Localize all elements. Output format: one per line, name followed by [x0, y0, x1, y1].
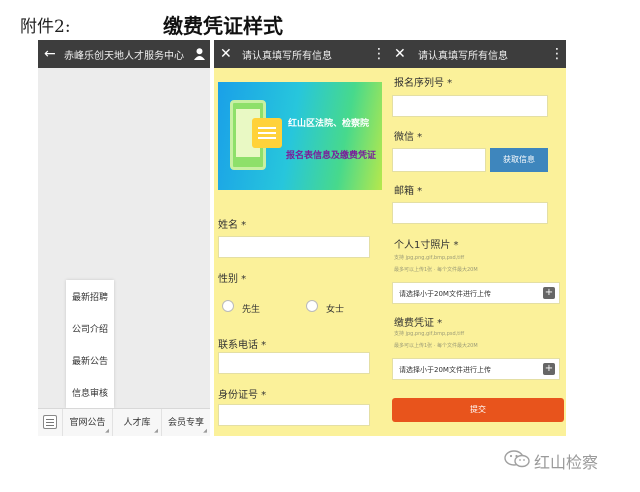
arrow-left-icon[interactable]: ← [44, 44, 56, 64]
app-bar: ✕ 请认真填写所有信息 ⋮ [386, 40, 566, 68]
tab-member-exclusive[interactable]: 会员专享 ◢ [161, 409, 210, 436]
gender-option-female: 女士 [326, 305, 345, 315]
menu-item-company-intro[interactable]: 公司介绍 [66, 322, 114, 335]
serial-number-input[interactable] [392, 95, 548, 117]
id-number-label: 身份证号 * [218, 390, 267, 401]
screen-form-part1: ✕ 请认真填写所有信息 ⋮ 红山区法院、检察院 报名表信息及缴费凭证 姓名 * … [214, 40, 386, 436]
form-title: 请认真填写所有信息 [242, 51, 332, 62]
chat-bubble-illustration [252, 118, 282, 148]
submenu-indicator-icon: ◢ [105, 428, 109, 434]
banner-line-1: 红山区法院、检察院 [288, 119, 370, 129]
photo-upload-text: 请选择小于20M文件进行上传 [399, 290, 491, 298]
payment-format-hint: 支持 jpg,png,gif,bmp,psd,tiff [394, 331, 465, 337]
submenu-indicator-icon: ◢ [203, 428, 207, 434]
app-bar: ✕ 请认真填写所有信息 ⋮ [214, 40, 386, 68]
photo-limit-hint: 最多可以上传1张 · 每个文件最大20M [394, 267, 478, 273]
get-wechat-info-button[interactable]: 获取信息 [490, 148, 548, 172]
menu-item-info-review[interactable]: 信息审核 [66, 386, 114, 399]
payment-limit-hint: 最多可以上传1张 · 每个文件最大20M [394, 343, 478, 349]
tab-label: 人才库 [123, 418, 151, 428]
person-icon[interactable] [194, 44, 205, 66]
tab-official-notices[interactable]: 官网公告 ◢ [62, 409, 112, 436]
wechat-logo-icon [504, 450, 530, 468]
close-icon[interactable]: ✕ [220, 44, 232, 64]
form-title: 请认真填写所有信息 [418, 51, 508, 62]
bottom-menu-bar: 官网公告 ◢ 人才库 ◢ 会员专享 ◢ [38, 408, 210, 436]
wechat-input[interactable] [392, 148, 486, 172]
name-input[interactable] [218, 236, 370, 258]
phone-label: 联系电话 * [218, 340, 267, 351]
document-title: 缴费凭证样式 [163, 14, 283, 38]
close-icon[interactable]: ✕ [394, 44, 406, 64]
gender-label: 性别 * [218, 274, 247, 285]
menu-item-latest-jobs[interactable]: 最新招聘 [66, 290, 114, 303]
watermark-text: 红山检察 [534, 453, 599, 472]
photo-upload-field[interactable]: 请选择小于20M文件进行上传 + [392, 282, 560, 304]
banner-image: 红山区法院、检察院 报名表信息及缴费凭证 [218, 82, 382, 190]
watermark: 红山检察 [504, 448, 628, 472]
screen-form-part2: ✕ 请认真填写所有信息 ⋮ 报名序列号 * 微信 * 获取信息 邮箱 * 个人1… [386, 40, 566, 436]
popup-menu: 最新招聘 公司介绍 最新公告 信息审核 [66, 280, 114, 408]
plus-icon[interactable]: + [543, 287, 555, 299]
tab-label: 会员专享 [167, 418, 204, 428]
name-label: 姓名 * [218, 220, 247, 231]
app-bar: ← 赤峰乐创天地人才服务中心 [38, 40, 210, 68]
payment-proof-label: 缴费凭证 * [394, 318, 443, 329]
more-vertical-icon[interactable]: ⋮ [550, 44, 564, 64]
gender-radio-female[interactable] [306, 300, 318, 312]
payment-upload-field[interactable]: 请选择小于20M文件进行上传 + [392, 358, 560, 380]
gender-radio-male[interactable] [222, 300, 234, 312]
banner-line-2: 报名表信息及缴费凭证 [286, 151, 377, 161]
menu-item-latest-notices[interactable]: 最新公告 [66, 354, 114, 367]
photo-label: 个人1寸照片 * [394, 240, 459, 251]
attachment-label: 附件2: [20, 17, 71, 37]
wechat-label: 微信 * [394, 132, 423, 143]
app-title: 赤峰乐创天地人才服务中心 [64, 51, 184, 62]
submit-button[interactable]: 提交 [392, 398, 564, 422]
email-label: 邮箱 * [394, 186, 423, 197]
payment-upload-text: 请选择小于20M文件进行上传 [399, 366, 491, 374]
serial-number-label: 报名序列号 * [394, 78, 453, 89]
more-vertical-icon[interactable]: ⋮ [372, 44, 386, 64]
photo-format-hint: 支持 jpg,png,gif,bmp,psd,tiff [394, 255, 465, 261]
plus-icon[interactable]: + [543, 363, 555, 375]
document-header: 附件2: 缴费凭证样式 [20, 8, 620, 38]
email-input[interactable] [392, 202, 548, 224]
tab-talent-pool[interactable]: 人才库 ◢ [112, 409, 161, 436]
screen-menu: ← 赤峰乐创天地人才服务中心 最新招聘 公司介绍 最新公告 信息审核 官网公告 … [38, 40, 210, 436]
gender-option-male: 先生 [242, 305, 261, 315]
keyboard-icon[interactable] [43, 415, 57, 429]
phone-input[interactable] [218, 352, 370, 374]
tab-label: 官网公告 [69, 418, 106, 428]
id-number-input[interactable] [218, 404, 370, 426]
submenu-indicator-icon: ◢ [154, 428, 158, 434]
